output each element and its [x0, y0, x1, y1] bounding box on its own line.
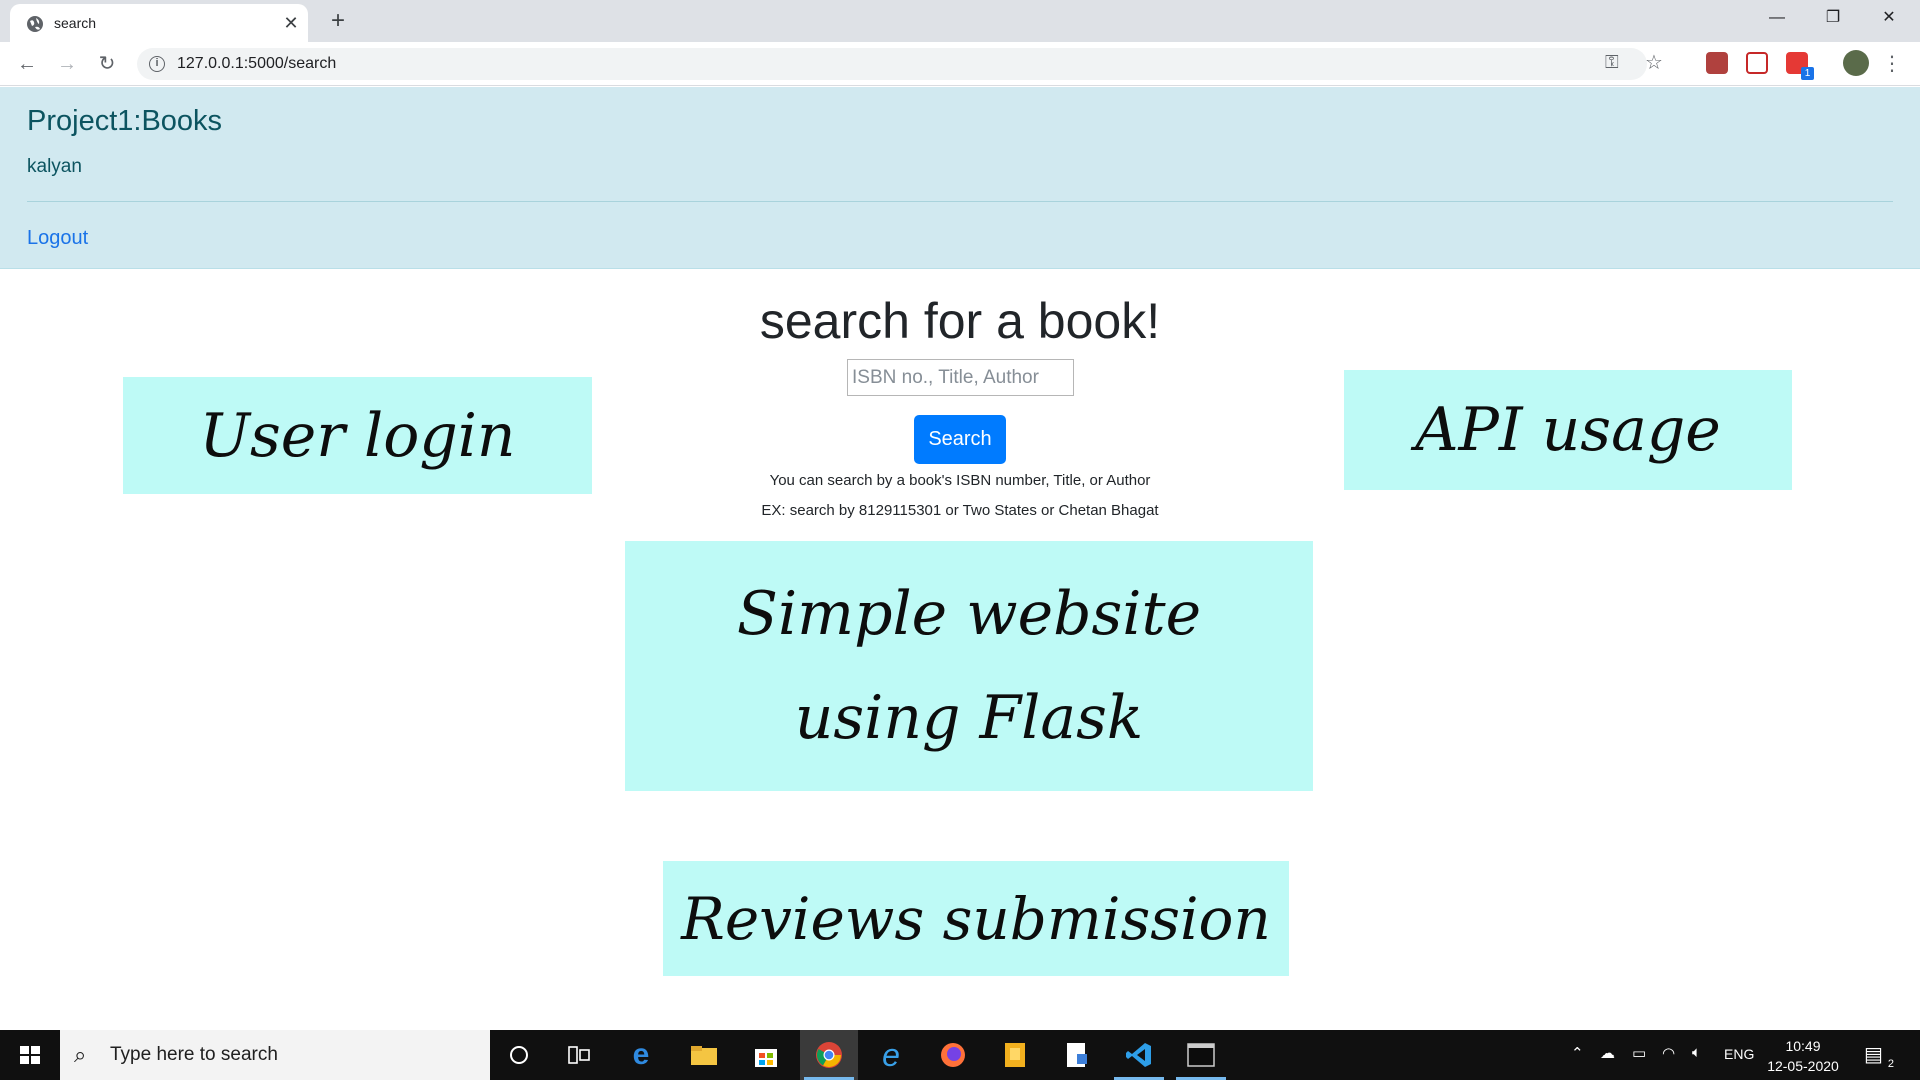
firefox-globe-icon	[941, 1043, 965, 1067]
extension-badge: 1	[1801, 67, 1814, 80]
close-window-button[interactable]: ✕	[1866, 0, 1912, 36]
search-icon: ⌕	[74, 1042, 87, 1067]
reload-button[interactable]: ↻	[91, 48, 123, 80]
edge-e-icon: e	[632, 1038, 650, 1071]
shopping-bag-icon	[755, 1049, 777, 1067]
windows-logo-icon	[20, 1046, 40, 1064]
pdf-extension-icon[interactable]	[1706, 52, 1728, 74]
taskbar-clock[interactable]: 10:49 12-05-2020	[1766, 1036, 1840, 1076]
bookmark-star-icon[interactable]: ☆	[1645, 50, 1663, 75]
search-hint-line-2: EX: search by 8129115301 or Two States o…	[761, 502, 1159, 519]
site-brand[interactable]: Project1:Books	[27, 105, 222, 138]
notification-icon: ▤	[1864, 1044, 1883, 1066]
extension-icon[interactable]: 1	[1786, 52, 1814, 80]
user-login-note-text: User login	[199, 400, 516, 471]
new-tab-button[interactable]: +	[324, 8, 352, 36]
site-info-icon[interactable]: i	[149, 56, 165, 72]
browser-tab[interactable]: search ✕	[10, 4, 308, 42]
globe-icon	[27, 16, 43, 32]
clock-time: 10:49	[1785, 1038, 1821, 1054]
address-url[interactable]: 127.0.0.1:5000/search	[177, 55, 336, 73]
file-explorer-icon[interactable]	[675, 1030, 733, 1080]
vscode-taskbar-icon[interactable]	[1110, 1030, 1168, 1080]
volume-icon[interactable]: 🔈︎	[1692, 1044, 1701, 1061]
internet-explorer-icon[interactable]: e	[862, 1030, 920, 1080]
chevron-up-icon[interactable]: ⌃	[1571, 1044, 1584, 1062]
menu-kebab-icon[interactable]: ⋮	[1876, 48, 1908, 80]
reviews-submission-note: Reviews submission	[663, 861, 1289, 976]
flask-note-line-1: Simple website	[736, 579, 1202, 649]
action-center-button[interactable]: ▤ 2	[1864, 1042, 1894, 1070]
start-button[interactable]	[0, 1030, 60, 1080]
sticky-note-icon	[1005, 1043, 1025, 1067]
taskbar-search-placeholder: Type here to search	[110, 1044, 278, 1065]
store-icon[interactable]	[737, 1030, 795, 1080]
pocket-extension-icon[interactable]	[1746, 52, 1768, 74]
chrome-taskbar-icon[interactable]	[800, 1030, 858, 1080]
cortana-circle-icon	[510, 1046, 528, 1064]
flask-website-note: Simple website using Flask	[625, 541, 1313, 791]
address-bar[interactable]: i 127.0.0.1:5000/search ⚿ ☆	[137, 48, 1663, 80]
restore-button[interactable]: ❐	[1810, 0, 1856, 36]
search-input[interactable]	[847, 359, 1074, 396]
logout-link[interactable]: Logout	[27, 227, 88, 250]
onedrive-cloud-icon[interactable]: ☁	[1600, 1044, 1615, 1062]
profile-avatar[interactable]	[1843, 50, 1869, 76]
task-view-glyph-icon	[568, 1046, 590, 1064]
page-title: search for a book!	[759, 293, 1161, 349]
document-edit-icon	[1067, 1043, 1087, 1067]
cortana-icon[interactable]	[490, 1030, 548, 1080]
site-navbar: Project1:Books kalyan Logout	[0, 87, 1920, 269]
flask-note-line-2: using Flask	[794, 683, 1144, 753]
forward-button[interactable]: →	[51, 48, 83, 80]
vscode-icon	[1126, 1043, 1151, 1067]
user-login-note: User login	[123, 377, 592, 494]
browser-toolbar: ← → ↻ i 127.0.0.1:5000/search ⚿ ☆ 1 ⋮	[0, 42, 1920, 86]
terminal-taskbar-icon[interactable]	[1172, 1030, 1230, 1080]
clock-date: 12-05-2020	[1767, 1058, 1839, 1074]
folder-icon	[691, 1046, 717, 1065]
tab-title: search	[54, 15, 97, 31]
reviews-note-text: Reviews submission	[681, 884, 1271, 953]
username-label: kalyan	[27, 156, 82, 177]
browser-tabstrip: search ✕ + — ❐ ✕	[0, 0, 1920, 42]
language-indicator[interactable]: ENG	[1724, 1046, 1754, 1062]
back-button[interactable]: ←	[11, 48, 43, 80]
ie-e-icon: e	[882, 1036, 900, 1073]
search-button[interactable]: Search	[914, 415, 1006, 464]
document-app-icon[interactable]	[1048, 1030, 1106, 1080]
battery-icon[interactable]: ▭	[1632, 1044, 1646, 1062]
wifi-icon[interactable]: ◠	[1662, 1044, 1675, 1062]
windows-taskbar: ⌕ Type here to search e e ⌃ ☁ ▭ ◠ 🔈︎ ENG…	[0, 1030, 1920, 1080]
close-tab-icon[interactable]: ✕	[280, 12, 302, 34]
navbar-divider	[27, 201, 1893, 202]
chrome-icon	[816, 1042, 842, 1068]
notes-app-icon[interactable]	[986, 1030, 1044, 1080]
notification-count: 2	[1887, 1058, 1894, 1070]
api-usage-note-text: API usage	[1415, 395, 1721, 465]
api-usage-note: API usage	[1344, 370, 1792, 490]
key-icon[interactable]: ⚿	[1605, 52, 1619, 73]
minimize-button[interactable]: —	[1754, 0, 1800, 36]
firefox-icon[interactable]	[924, 1030, 982, 1080]
task-view-icon[interactable]	[550, 1030, 608, 1080]
edge-icon[interactable]: e	[612, 1030, 670, 1080]
taskbar-search-box[interactable]: ⌕ Type here to search	[60, 1030, 490, 1080]
terminal-icon	[1187, 1043, 1215, 1067]
